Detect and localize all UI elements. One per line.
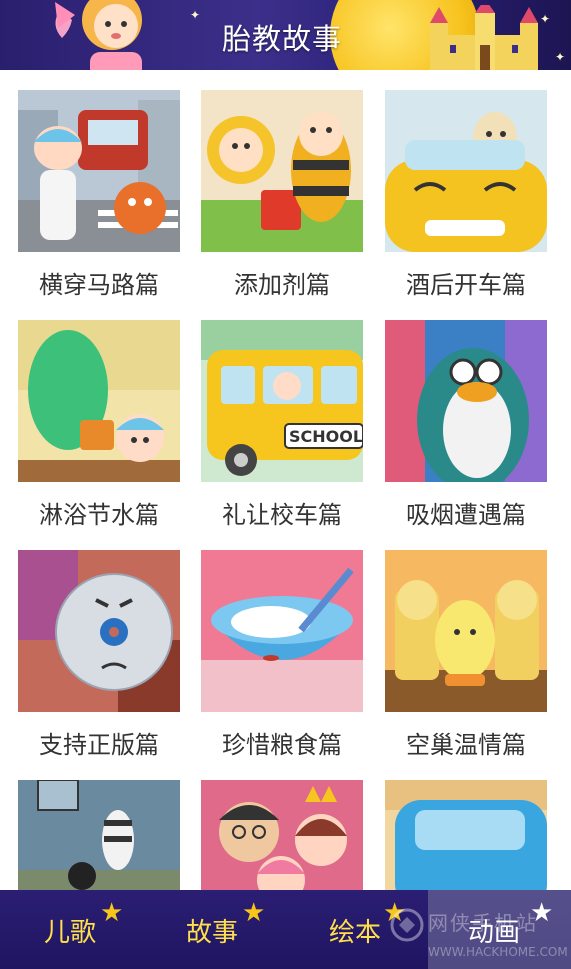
story-title: 空巢温情篇 — [406, 731, 526, 759]
star-icon: ✦ — [190, 8, 201, 22]
story-tile[interactable]: 淋浴节水篇 — [18, 320, 180, 529]
page-title: 胎教故事 — [222, 22, 343, 56]
watermark-text: 网侠手机站 — [428, 911, 538, 935]
family-thumbnail — [201, 780, 363, 890]
story-title: 添加剂篇 — [234, 271, 330, 299]
svg-text:SCHOOL: SCHOOL — [289, 427, 363, 446]
nav-tab-stories[interactable]: 故事 ★ — [142, 890, 284, 969]
empty-nest-thumbnail — [385, 550, 547, 712]
story-title: 珍惜粮食篇 — [222, 731, 342, 759]
story-tile[interactable] — [201, 780, 363, 890]
story-title: 吸烟遭遇篇 — [406, 501, 526, 529]
star-icon: ✦ — [555, 50, 566, 64]
story-title: 酒后开车篇 — [406, 271, 526, 299]
nav-tab-label: 绘本 — [329, 918, 382, 948]
watermark-logo-icon — [390, 908, 424, 942]
nav-tab-label: 儿歌 — [44, 918, 97, 948]
crossing-road-thumbnail — [18, 90, 180, 252]
watermark-url: WWW.HACKHOME.COM — [428, 945, 568, 959]
watermark: 网侠手机站 WWW.HACKHOME.COM — [390, 905, 571, 965]
blue-car-thumbnail — [385, 780, 547, 890]
additive-thumbnail — [201, 90, 363, 252]
story-grid: 横穿马路篇 添加剂篇 酒后开车篇 淋浴节水篇 SCHOOL 礼让校车篇 吸烟遭遇… — [0, 70, 571, 890]
castle-illustration-icon — [430, 5, 538, 70]
nav-tab-songs[interactable]: 儿歌 ★ — [0, 890, 142, 969]
smoking-thumbnail — [385, 320, 547, 482]
story-tile[interactable]: 吸烟遭遇篇 — [385, 320, 547, 529]
story-tile[interactable]: SCHOOL 礼让校车篇 — [201, 320, 363, 529]
nav-tab-label: 故事 — [186, 918, 239, 948]
header-banner: ✦ ✦ ✦ 胎教故事 — [0, 0, 571, 70]
rice-bowl-thumbnail — [201, 550, 363, 712]
drunk-driving-thumbnail — [385, 90, 547, 252]
genuine-cd-thumbnail — [18, 550, 180, 712]
zebra-thumbnail — [18, 780, 180, 890]
story-tile[interactable]: 横穿马路篇 — [18, 90, 180, 299]
story-title: 横穿马路篇 — [39, 271, 159, 299]
story-tile[interactable]: 添加剂篇 — [201, 90, 363, 299]
story-tile[interactable] — [18, 780, 180, 890]
star-icon: ✦ — [540, 12, 551, 26]
story-title: 支持正版篇 — [39, 731, 159, 759]
story-tile[interactable]: 空巢温情篇 — [385, 550, 547, 759]
story-tile[interactable] — [385, 780, 547, 890]
save-water-thumbnail — [18, 320, 180, 482]
star-icon: ★ — [100, 898, 124, 928]
story-tile[interactable]: 珍惜粮食篇 — [201, 550, 363, 759]
girl-illustration-icon — [55, 0, 142, 70]
story-title: 淋浴节水篇 — [39, 501, 159, 529]
school-bus-thumbnail: SCHOOL — [201, 320, 363, 482]
star-icon: ★ — [242, 898, 266, 928]
story-tile[interactable]: 支持正版篇 — [18, 550, 180, 759]
story-tile[interactable]: 酒后开车篇 — [385, 90, 547, 299]
story-title: 礼让校车篇 — [222, 501, 342, 529]
